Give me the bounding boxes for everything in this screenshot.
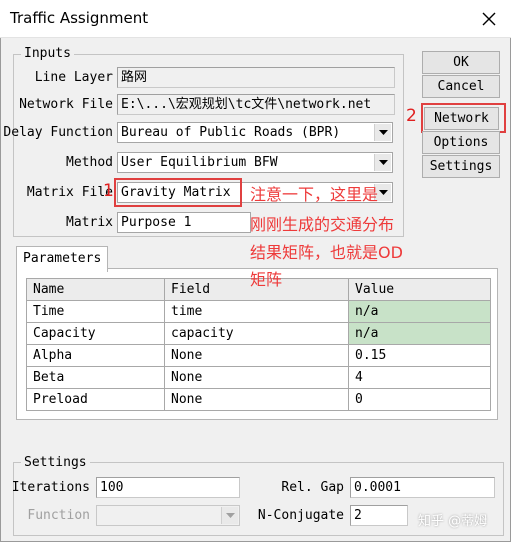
line-layer-label: Line Layer bbox=[34, 70, 113, 85]
network-button-highlight bbox=[421, 103, 506, 133]
param-field[interactable]: None bbox=[164, 388, 349, 411]
param-field[interactable]: capacity bbox=[164, 322, 349, 345]
annotation-number-2: 2 bbox=[406, 106, 417, 126]
settings-button[interactable]: Settings bbox=[422, 155, 500, 178]
table-row[interactable]: Preload None 0 bbox=[26, 388, 491, 411]
param-name: Preload bbox=[26, 388, 165, 411]
param-value[interactable]: n/a bbox=[348, 322, 491, 345]
watermark: 知乎 @蒂姆 bbox=[418, 514, 488, 529]
param-value[interactable]: n/a bbox=[348, 300, 491, 323]
chevron-down-icon[interactable] bbox=[374, 154, 391, 171]
annotation-note-line-2: 刚刚生成的交通分布 bbox=[250, 215, 395, 234]
options-button[interactable]: Options bbox=[422, 131, 500, 154]
param-name: Time bbox=[26, 300, 165, 323]
close-icon[interactable] bbox=[478, 8, 500, 30]
network-file-field: E:\...\宏观规划\tc文件\network.net bbox=[117, 94, 395, 115]
cancel-button[interactable]: Cancel bbox=[422, 75, 500, 98]
delay-function-select[interactable]: Bureau of Public Roads (BPR) bbox=[117, 122, 393, 143]
iterations-label: Iterations bbox=[11, 480, 90, 495]
table-row[interactable]: Time time n/a bbox=[26, 300, 491, 323]
network-file-label: Network File bbox=[19, 97, 113, 112]
column-header-name[interactable]: Name bbox=[26, 278, 165, 301]
param-field[interactable]: None bbox=[164, 366, 349, 389]
line-layer-field: 路网 bbox=[117, 67, 395, 88]
param-name: Capacity bbox=[26, 322, 165, 345]
matrix-file-label: Matrix File bbox=[26, 185, 113, 200]
function-select[interactable] bbox=[96, 505, 240, 526]
chevron-down-icon[interactable] bbox=[374, 124, 391, 141]
column-header-value[interactable]: Value bbox=[348, 278, 491, 301]
table-row[interactable]: Alpha None 0.15 bbox=[26, 344, 491, 367]
matrix-file-highlight bbox=[114, 178, 242, 207]
param-name: Beta bbox=[26, 366, 165, 389]
matrix-label: Matrix bbox=[66, 215, 113, 230]
method-label: Method bbox=[66, 155, 113, 170]
tab-parameters[interactable]: Parameters bbox=[16, 246, 108, 272]
param-name: Alpha bbox=[26, 344, 165, 367]
delay-function-value: Bureau of Public Roads (BPR) bbox=[121, 125, 341, 140]
settings-group-label: Settings bbox=[21, 455, 90, 470]
ok-button[interactable]: OK bbox=[422, 51, 500, 74]
table-row[interactable]: Capacity capacity n/a bbox=[26, 322, 491, 345]
window-title: Traffic Assignment bbox=[10, 9, 149, 27]
iterations-input[interactable]: 100 bbox=[96, 477, 240, 498]
param-value[interactable]: 4 bbox=[348, 366, 491, 389]
parameters-table: Name Field Value Time time n/a Capacity … bbox=[26, 278, 491, 411]
param-field[interactable]: time bbox=[164, 300, 349, 323]
annotation-number-1: 1 bbox=[103, 181, 114, 201]
delay-function-label: Delay Function bbox=[3, 125, 113, 140]
chevron-down-icon[interactable] bbox=[221, 507, 238, 524]
method-value: User Equilibrium BFW bbox=[121, 155, 278, 170]
n-conjugate-label: N-Conjugate bbox=[257, 508, 344, 523]
table-row[interactable]: Beta None 4 bbox=[26, 366, 491, 389]
param-value[interactable]: 0 bbox=[348, 388, 491, 411]
rel-gap-label: Rel. Gap bbox=[281, 480, 344, 495]
function-label: Function bbox=[27, 508, 90, 523]
method-select[interactable]: User Equilibrium BFW bbox=[117, 152, 393, 173]
annotation-note-line-4: 矩阵 bbox=[250, 270, 283, 289]
rel-gap-input[interactable]: 0.0001 bbox=[350, 477, 495, 498]
matrix-select[interactable]: Purpose 1 bbox=[117, 212, 251, 233]
annotation-note-line-1: 注意一下，这里是 bbox=[250, 185, 379, 204]
param-value[interactable]: 0.15 bbox=[348, 344, 491, 367]
n-conjugate-input[interactable]: 2 bbox=[350, 505, 408, 526]
annotation-note-line-3: 结果矩阵，也就是OD bbox=[250, 243, 403, 262]
matrix-value: Purpose 1 bbox=[121, 215, 192, 230]
inputs-group-label: Inputs bbox=[21, 46, 74, 61]
param-field[interactable]: None bbox=[164, 344, 349, 367]
